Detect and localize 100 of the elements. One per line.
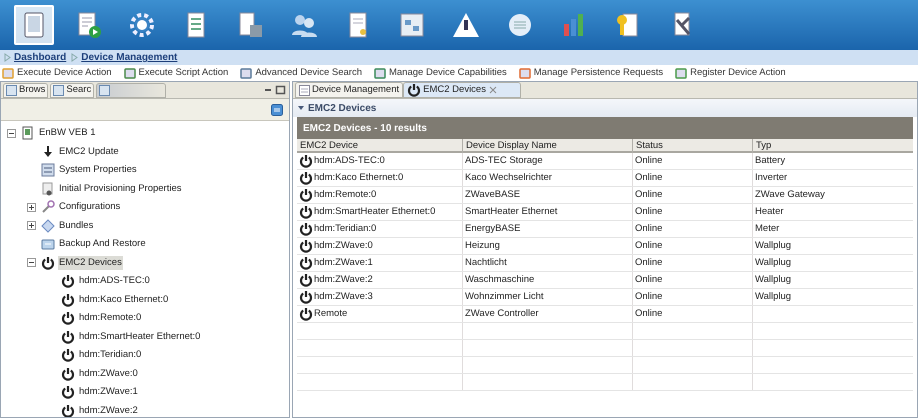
- tree-item[interactable]: hdm:Remote:0: [78, 311, 142, 326]
- editor-tab[interactable]: Device Management: [295, 82, 404, 98]
- table-cell-text: hdm:ZWave:0: [314, 238, 373, 253]
- breadcrumb-arrow-icon: [4, 53, 11, 62]
- table-title: EMC2 Devices - 10 results: [303, 122, 427, 136]
- table-cell-text: SmartHeater Ethernet: [465, 204, 558, 219]
- tree-item[interactable]: Bundles: [58, 218, 94, 233]
- tab-icon: [53, 84, 64, 96]
- table-cell-text: Online: [635, 256, 662, 270]
- action-button[interactable]: Manage Device Capabilities: [374, 66, 507, 80]
- action-icon: [2, 67, 14, 79]
- power-icon: [407, 83, 422, 97]
- panel-tab[interactable]: [96, 82, 166, 98]
- table-cell-text: EnergyBASE: [465, 222, 520, 236]
- table-cell-text: Remote: [314, 306, 348, 321]
- action-icon: [374, 67, 386, 79]
- table-cell-text: ZWave Gateway: [755, 188, 825, 202]
- breadcrumb-arrow-icon: [71, 53, 78, 62]
- table-cell-text: Heater: [755, 204, 784, 219]
- table-cell-text: hdm:SmartHeater Ethernet:0: [314, 204, 436, 219]
- action-button[interactable]: Register Device Action: [675, 66, 786, 80]
- config-icon: [41, 200, 55, 214]
- provisioning-icon: [41, 182, 55, 196]
- table-cell-text: Online: [635, 188, 662, 202]
- power-icon: [299, 256, 313, 270]
- download-icon: [41, 144, 55, 159]
- action-icon: [518, 67, 531, 79]
- table-cell-text: hdm:Kaco Ethernet:0: [314, 170, 404, 185]
- power-icon: [299, 154, 313, 168]
- table-cell-text: hdm:ZWave:2: [314, 272, 373, 287]
- collapse-icon[interactable]: [7, 128, 16, 138]
- editor-tab[interactable]: EMC2 Devices: [403, 82, 521, 98]
- table-cell-text: hdm:ADS-TEC:0: [314, 154, 385, 168]
- table-cell-text: Online: [635, 272, 662, 287]
- tree-item[interactable]: hdm:ZWave:2: [78, 404, 139, 417]
- action-button[interactable]: Advanced Device Search: [240, 66, 362, 80]
- action-button[interactable]: Manage Persistence Requests: [518, 66, 664, 80]
- table-cell-text: Heizung: [465, 238, 500, 253]
- tab-icon: [6, 84, 17, 96]
- action-button[interactable]: Execute Script Action: [124, 66, 228, 80]
- tree-item[interactable]: hdm:ZWave:0: [78, 366, 139, 381]
- close-icon[interactable]: [488, 85, 498, 95]
- expand-icon[interactable]: [27, 221, 36, 230]
- power-icon: [61, 348, 75, 362]
- table-cell-text: hdm:Remote:0: [314, 188, 376, 202]
- table-cell-text: ZWaveBASE: [465, 188, 520, 202]
- table-cell-text: Online: [635, 290, 662, 304]
- table-cell-text: Nachtlicht: [465, 256, 507, 270]
- tree-item[interactable]: Configurations: [58, 200, 122, 214]
- action-button[interactable]: Execute Device Action: [2, 66, 112, 80]
- panel-tab[interactable]: Searc: [50, 82, 94, 98]
- tree-item[interactable]: hdm:ZWave:1: [78, 385, 139, 400]
- power-icon: [299, 171, 313, 185]
- power-icon: [61, 274, 75, 288]
- breadcrumb-link[interactable]: Dashboard: [14, 50, 66, 65]
- collapse-icon[interactable]: [27, 258, 36, 268]
- power-icon: [299, 205, 313, 219]
- power-icon: [61, 311, 75, 326]
- tree-item[interactable]: hdm:Teridian:0: [78, 348, 142, 362]
- table-cell-text: hdm:ZWave:1: [314, 256, 373, 270]
- table-cell-text: Online: [635, 238, 662, 253]
- tree-item[interactable]: System Properties: [58, 163, 138, 178]
- table-cell-text: ADS-TEC Storage: [465, 154, 543, 168]
- section-title: EMC2 Devices: [308, 102, 376, 116]
- column-header[interactable]: Typ: [752, 139, 913, 153]
- tree-item[interactable]: EMC2 Update: [58, 144, 120, 159]
- column-header[interactable]: Device Display Name: [462, 139, 632, 153]
- table-cell-text: Wallplug: [755, 290, 792, 304]
- column-header[interactable]: EMC2 Device: [297, 139, 462, 153]
- table-cell-text: Waschmaschine: [465, 272, 534, 287]
- action-icon: [124, 67, 136, 79]
- breadcrumb-link[interactable]: Device Management: [81, 50, 178, 65]
- power-icon: [299, 290, 313, 304]
- table-cell-text: Inverter: [755, 170, 788, 185]
- tree-item[interactable]: hdm:Kaco Ethernet:0: [78, 292, 170, 307]
- bundle-icon: [41, 218, 55, 233]
- table-cell-text: hdm:ZWave:3: [314, 290, 373, 304]
- tree-item[interactable]: EnBW VEB 1: [38, 126, 96, 140]
- tree-item[interactable]: hdm:ADS-TEC:0: [78, 274, 151, 288]
- power-icon: [41, 256, 55, 270]
- table-cell-text: Meter: [755, 222, 780, 236]
- tree-item[interactable]: Initial Provisioning Properties: [58, 182, 183, 196]
- expand-icon[interactable]: [27, 202, 36, 212]
- tree-item[interactable]: Backup And Restore: [58, 237, 147, 252]
- collapse-icon[interactable]: [297, 104, 305, 112]
- table-cell-text: Online: [635, 306, 662, 321]
- panel-tab[interactable]: Brows: [3, 82, 48, 98]
- properties-icon: [41, 163, 55, 178]
- tree-item[interactable]: hdm:SmartHeater Ethernet:0: [78, 330, 202, 344]
- tree-item[interactable]: EMC2 Devices: [58, 256, 123, 270]
- power-icon: [61, 385, 75, 400]
- action-icon: [675, 67, 688, 79]
- maximize-icon[interactable]: [275, 85, 287, 95]
- power-icon: [61, 292, 75, 307]
- power-icon: [61, 366, 75, 381]
- column-header[interactable]: Status: [632, 139, 752, 153]
- collapse-icon[interactable]: [271, 104, 283, 116]
- toolbar-button[interactable]: [14, 5, 54, 45]
- table-cell-text: Online: [635, 170, 662, 185]
- table-cell-text: ZWave Controller: [465, 306, 539, 321]
